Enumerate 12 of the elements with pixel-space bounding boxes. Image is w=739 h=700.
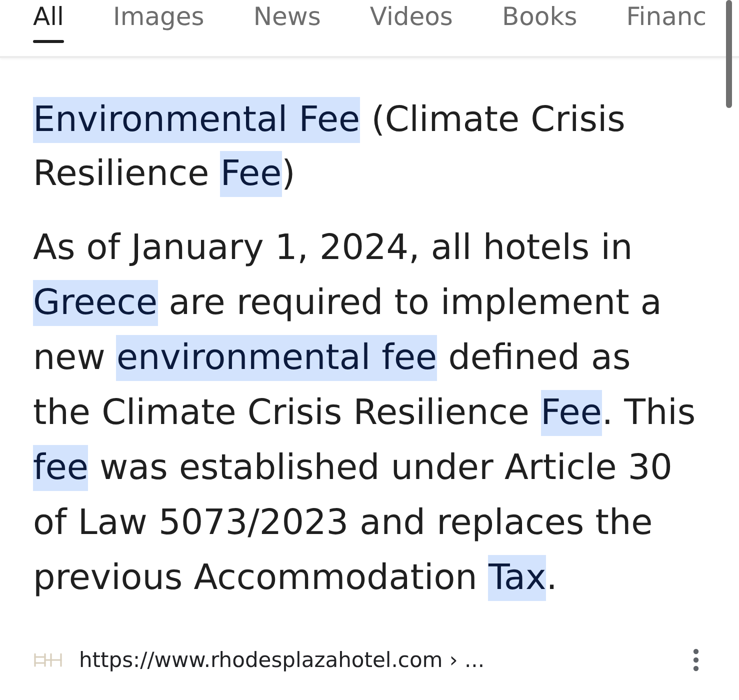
source-url[interactable]: https://www.rhodesplazahotel.com › ... — [79, 645, 485, 675]
search-tab[interactable]: Images — [113, 0, 204, 44]
search-tab[interactable]: Videos — [370, 0, 453, 44]
favicon-icon — [33, 653, 63, 667]
search-tab[interactable]: Books — [502, 0, 578, 44]
result-snippet: As of January 1, 2024, all hotels in Greece are required to implement a new environmental fee defined as the Climate Crisis Resilience Fee. This fee was established under Article 30 of Law 5073/2023 and replaces the previous Accommodation Tax. — [33, 221, 697, 606]
search-tab[interactable]: News — [253, 0, 321, 44]
scrollbar[interactable] — [726, 0, 732, 108]
result-heading: Environmental Fee (Climate Crisis Resilience Fee) — [33, 93, 705, 201]
search-tab[interactable]: Financ — [626, 0, 706, 44]
more-options-icon[interactable] — [692, 648, 700, 672]
search-tab[interactable]: All — [33, 0, 64, 44]
